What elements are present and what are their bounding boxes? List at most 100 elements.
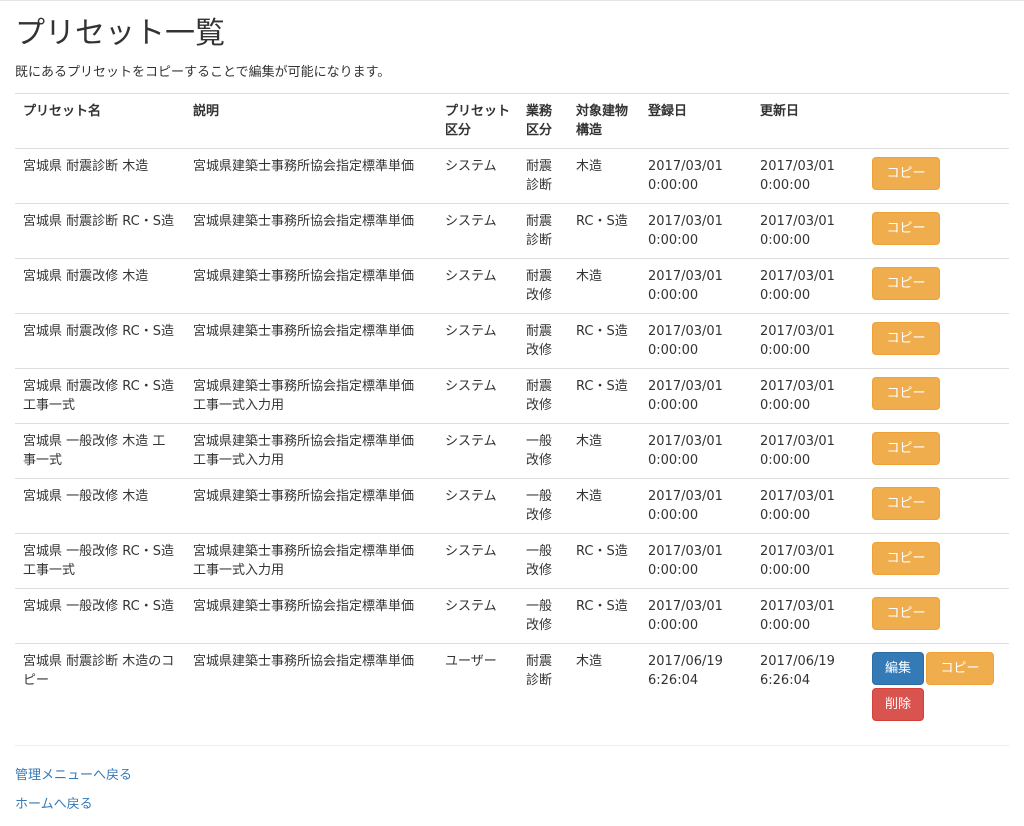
cell-actions: コピー (864, 203, 1009, 259)
cell-work-type: 耐震改修 (518, 258, 568, 314)
cell-preset-type: システム (437, 148, 518, 204)
cell-work-type: 一般改修 (518, 533, 568, 589)
table-row: 宮城県 一般改修 RC・S造 工事一式 宮城県建築士事務所協会指定標準単価 工事一… (15, 533, 1009, 589)
cell-actions: 編集 コピー削除 (864, 643, 1009, 732)
cell-registered-date: 2017/03/01 0:00:00 (640, 148, 752, 204)
cell-description: 宮城県建築士事務所協会指定標準単価 (185, 148, 437, 204)
cell-updated-date: 2017/06/19 6:26:04 (752, 643, 864, 732)
copy-button[interactable]: コピー (872, 377, 940, 410)
page-title: プリセット一覧 (15, 16, 225, 51)
cell-work-type: 耐震診断 (518, 148, 568, 204)
cell-preset-type: システム (437, 423, 518, 479)
admin-menu-link[interactable]: 管理メニューへ戻る (15, 766, 132, 785)
cell-description: 宮城県建築士事務所協会指定標準単価 (185, 588, 437, 644)
copy-button[interactable]: コピー (872, 487, 940, 520)
cell-preset-name: 宮城県 耐震改修 RC・S造 (15, 313, 185, 369)
cell-updated-date: 2017/03/01 0:00:00 (752, 533, 864, 589)
cell-structure: 木造 (568, 423, 640, 479)
edit-button[interactable]: 編集 (872, 652, 925, 685)
cell-preset-type: システム (437, 313, 518, 369)
cell-actions: コピー (864, 478, 1009, 534)
cell-updated-date: 2017/03/01 0:00:00 (752, 148, 864, 204)
table-row: 宮城県 耐震診断 木造 宮城県建築士事務所協会指定標準単価 システム 耐震診断 木造 20… (15, 148, 1009, 204)
cell-registered-date: 2017/03/01 0:00:00 (640, 313, 752, 369)
cell-preset-type: ユーザー (437, 643, 518, 732)
table-row: 宮城県 耐震改修 RC・S造 工事一式 宮城県建築士事務所協会指定標準単価 工事一… (15, 368, 1009, 424)
cell-preset-name: 宮城県 耐震改修 木造 (15, 258, 185, 314)
cell-preset-name: 宮城県 一般改修 木造 (15, 478, 185, 534)
column-header-name: プリセット名 (15, 93, 185, 149)
home-link[interactable]: ホームへ戻る (15, 795, 93, 814)
cell-preset-name: 宮城県 一般改修 RC・S造 工事一式 (15, 533, 185, 589)
cell-preset-type: システム (437, 368, 518, 424)
cell-structure: 木造 (568, 643, 640, 732)
cell-preset-name: 宮城県 耐震改修 RC・S造 工事一式 (15, 368, 185, 424)
cell-preset-name: 宮城県 一般改修 木造 工事一式 (15, 423, 185, 479)
cell-actions: コピー (864, 258, 1009, 314)
footer-divider (15, 745, 1009, 746)
cell-description: 宮城県建築士事務所協会指定標準単価 工事一式入力用 (185, 533, 437, 589)
cell-updated-date: 2017/03/01 0:00:00 (752, 258, 864, 314)
column-header-actions (864, 93, 1009, 149)
cell-preset-type: システム (437, 258, 518, 314)
cell-updated-date: 2017/03/01 0:00:00 (752, 368, 864, 424)
column-header-work-type: 業務区分 (518, 93, 568, 149)
cell-registered-date: 2017/03/01 0:00:00 (640, 258, 752, 314)
cell-description: 宮城県建築士事務所協会指定標準単価 (185, 258, 437, 314)
cell-registered-date: 2017/03/01 0:00:00 (640, 423, 752, 479)
cell-actions: コピー (864, 148, 1009, 204)
copy-button[interactable]: コピー (872, 267, 940, 300)
cell-actions: コピー (864, 313, 1009, 369)
cell-description: 宮城県建築士事務所協会指定標準単価 (185, 643, 437, 732)
table-row: 宮城県 耐震診断 木造のコピー 宮城県建築士事務所協会指定標準単価 ユーザー 耐震診断… (15, 643, 1009, 732)
cell-work-type: 一般改修 (518, 478, 568, 534)
copy-button[interactable]: コピー (872, 432, 940, 465)
cell-registered-date: 2017/03/01 0:00:00 (640, 203, 752, 259)
cell-registered-date: 2017/03/01 0:00:00 (640, 533, 752, 589)
cell-structure: RC・S造 (568, 533, 640, 589)
cell-actions: コピー (864, 368, 1009, 424)
cell-work-type: 一般改修 (518, 423, 568, 479)
cell-structure: RC・S造 (568, 313, 640, 369)
cell-preset-type: システム (437, 533, 518, 589)
delete-button[interactable]: 削除 (872, 688, 925, 721)
cell-actions: コピー (864, 533, 1009, 589)
cell-preset-type: システム (437, 203, 518, 259)
copy-button[interactable]: コピー (872, 597, 940, 630)
cell-preset-type: システム (437, 588, 518, 644)
cell-work-type: 耐震改修 (518, 313, 568, 369)
cell-registered-date: 2017/03/01 0:00:00 (640, 478, 752, 534)
cell-structure: 木造 (568, 478, 640, 534)
copy-button[interactable]: コピー (926, 652, 995, 685)
cell-updated-date: 2017/03/01 0:00:00 (752, 478, 864, 534)
cell-description: 宮城県建築士事務所協会指定標準単価 (185, 203, 437, 259)
cell-description: 宮城県建築士事務所協会指定標準単価 工事一式入力用 (185, 368, 437, 424)
table-row: 宮城県 一般改修 RC・S造 宮城県建築士事務所協会指定標準単価 システム 一般改修 R… (15, 588, 1009, 644)
preset-table: プリセット名 説明 プリセット区分 業務区分 対象建物構造 登録日 更新日 宮城… (15, 93, 1009, 732)
cell-description: 宮城県建築士事務所協会指定標準単価 (185, 313, 437, 369)
cell-work-type: 耐震診断 (518, 643, 568, 732)
cell-registered-date: 2017/03/01 0:00:00 (640, 368, 752, 424)
column-header-structure: 対象建物構造 (568, 93, 640, 149)
cell-structure: RC・S造 (568, 368, 640, 424)
table-row: 宮城県 耐震改修 木造 宮城県建築士事務所協会指定標準単価 システム 耐震改修 木造 20… (15, 258, 1009, 314)
copy-button[interactable]: コピー (872, 212, 940, 245)
copy-button[interactable]: コピー (872, 322, 940, 355)
cell-structure: RC・S造 (568, 588, 640, 644)
column-header-preset-type: プリセット区分 (437, 93, 518, 149)
cell-preset-name: 宮城県 耐震診断 RC・S造 (15, 203, 185, 259)
cell-structure: 木造 (568, 148, 640, 204)
cell-structure: RC・S造 (568, 203, 640, 259)
cell-updated-date: 2017/03/01 0:00:00 (752, 313, 864, 369)
top-border (0, 0, 1024, 1)
cell-updated-date: 2017/03/01 0:00:00 (752, 588, 864, 644)
cell-preset-name: 宮城県 一般改修 RC・S造 (15, 588, 185, 644)
column-header-registered: 登録日 (640, 93, 752, 149)
cell-work-type: 耐震改修 (518, 368, 568, 424)
cell-updated-date: 2017/03/01 0:00:00 (752, 423, 864, 479)
table-header-row: プリセット名 説明 プリセット区分 業務区分 対象建物構造 登録日 更新日 (15, 93, 1009, 149)
cell-updated-date: 2017/03/01 0:00:00 (752, 203, 864, 259)
table-row: 宮城県 耐震診断 RC・S造 宮城県建築士事務所協会指定標準単価 システム 耐震診断 R… (15, 203, 1009, 259)
copy-button[interactable]: コピー (872, 542, 940, 575)
copy-button[interactable]: コピー (872, 157, 940, 190)
